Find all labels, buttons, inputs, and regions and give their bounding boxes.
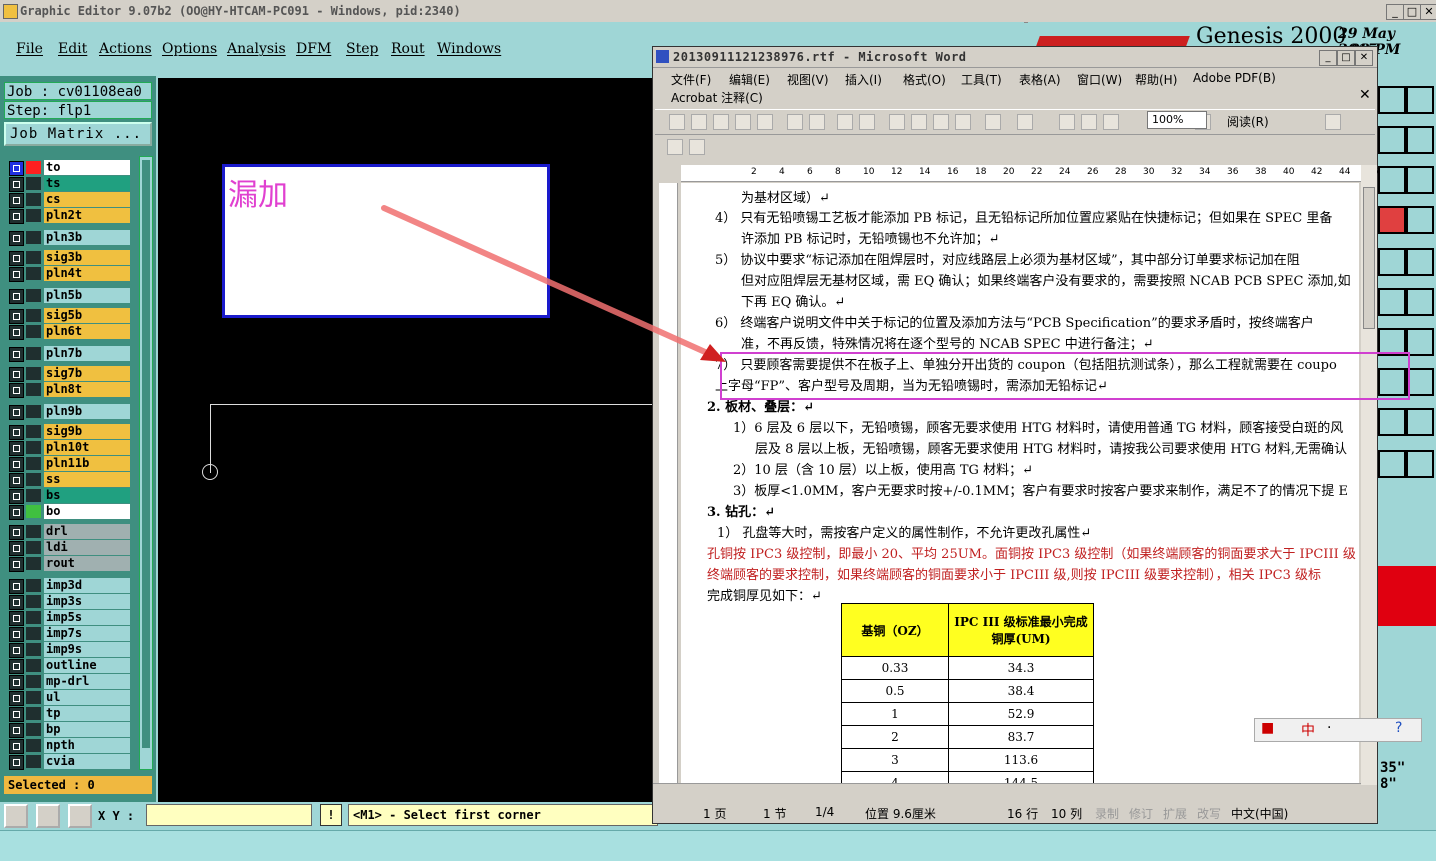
arrow-annotation bbox=[381, 205, 726, 362]
